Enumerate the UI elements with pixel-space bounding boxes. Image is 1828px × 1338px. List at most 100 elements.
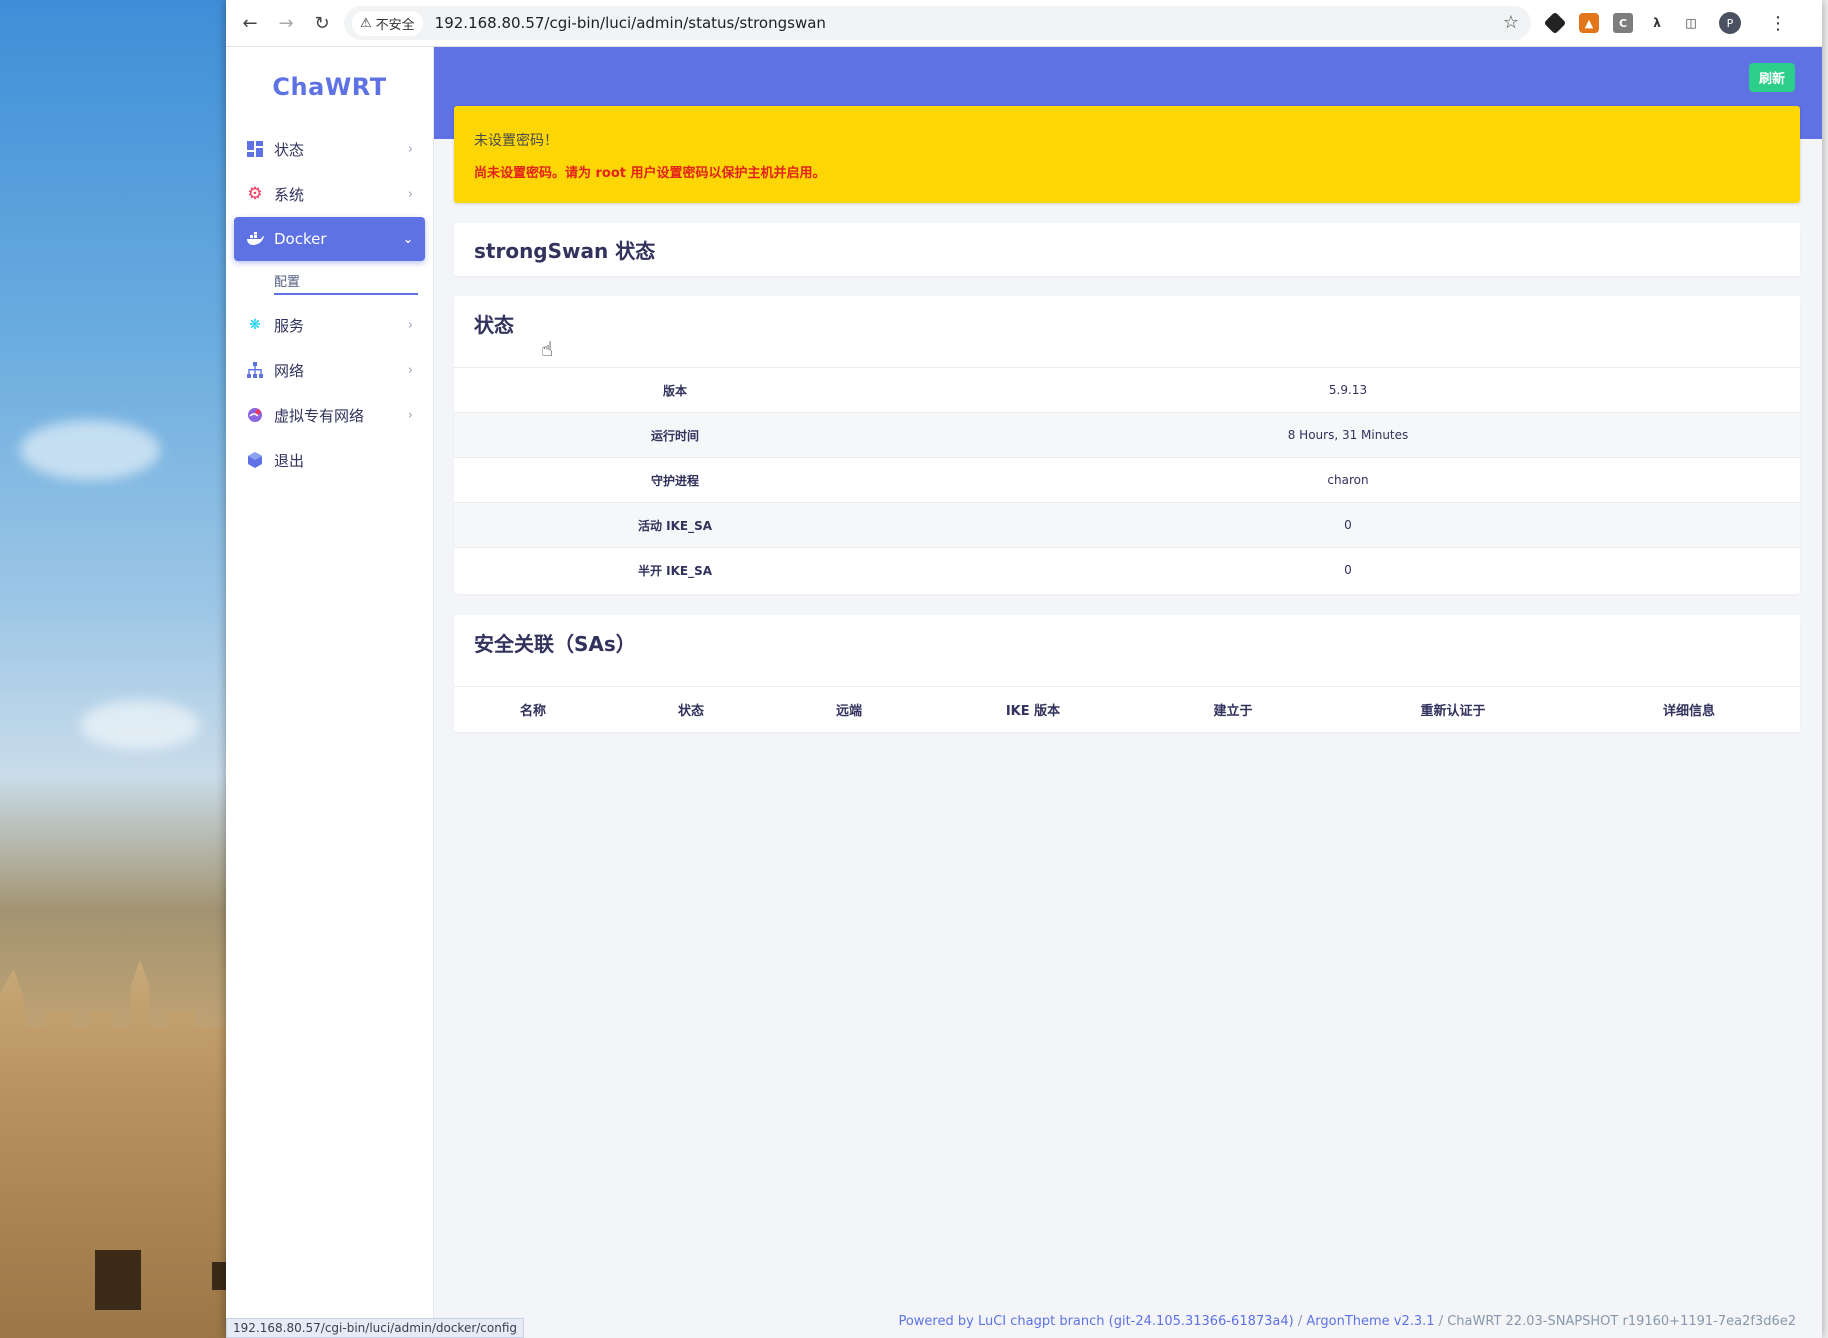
security-label: 不安全	[375, 17, 415, 33]
warning-message[interactable]: 尚未设置密码。请为 root 用户设置密码以保护主机并启用。	[474, 162, 1780, 181]
footer-separator: /	[1434, 1314, 1448, 1329]
table-row: 运行时间 8 Hours, 31 Minutes	[454, 412, 1800, 458]
address-bar[interactable]: ⚠ 不安全 192.168.80.57/cgi-bin/luci/admin/s…	[344, 6, 1531, 40]
page-title: strongSwan 状态	[474, 239, 656, 263]
sidebar-item-network[interactable]: 网络 ›	[234, 348, 425, 392]
status-value: 0	[896, 547, 1800, 593]
brand-logo[interactable]: ChaWRT	[226, 73, 433, 113]
warning-title: 未设置密码！	[474, 133, 558, 149]
status-value: charon	[896, 457, 1800, 503]
dashboard-icon	[246, 140, 264, 158]
sa-column-header: 名称	[519, 704, 546, 719]
browser-toolbar: ← → ↻ ⚠ 不安全 192.168.80.57/cgi-bin/luci/a…	[226, 0, 1822, 47]
docker-submenu: 配置	[274, 263, 425, 303]
sidebar-item-label: 虚拟专有网络	[274, 406, 365, 425]
forward-button[interactable]: →	[268, 5, 304, 41]
sidebar-item-label: 服务	[274, 316, 305, 335]
sidebar-item-label: 系统	[274, 185, 305, 204]
sidebar-item-docker[interactable]: Docker ⌄	[234, 217, 425, 261]
url-text[interactable]: 192.168.80.57/cgi-bin/luci/admin/status/…	[435, 14, 826, 32]
status-value: 5.9.13	[896, 367, 1800, 413]
refresh-button[interactable]: 刷新	[1748, 63, 1795, 92]
footer: Powered by LuCI chagpt branch (git-24.10…	[898, 1314, 1796, 1329]
warning-triangle-icon: ⚠	[360, 15, 372, 31]
logout-icon	[246, 451, 264, 469]
chevron-down-icon: ⌄	[402, 232, 413, 246]
chevron-right-icon: ›	[407, 141, 413, 157]
status-table: 版本 5.9.13 运行时间 8 Hours, 31 Minutes 守护进程 …	[454, 367, 1800, 593]
footer-theme-link[interactable]: ArgonTheme v2.3.1	[1306, 1314, 1434, 1329]
gear-icon: ⚙	[247, 184, 263, 204]
extension-hex-icon[interactable]	[1543, 11, 1567, 35]
sidebar-item-vpn[interactable]: 虚拟专有网络 ›	[234, 393, 425, 437]
sidebar: ChaWRT 状态 › ⚙ 系统 › Docker ⌄ 配置 ❋ 服务 › 网络…	[226, 47, 434, 1338]
sa-column-header: 远端	[835, 704, 862, 719]
back-button[interactable]: ←	[232, 5, 268, 41]
status-value: 0	[896, 502, 1800, 548]
bookmark-star-icon[interactable]: ☆	[1503, 12, 1519, 33]
arrow-right-icon: →	[278, 12, 294, 34]
sa-column-header: 重新认证于	[1420, 704, 1486, 719]
browser-menu-icon[interactable]: ⋮	[1769, 13, 1787, 34]
vpn-icon	[246, 406, 264, 424]
cogs-icon: ❋	[249, 317, 261, 333]
submenu-item-config[interactable]: 配置	[274, 263, 425, 290]
mouse-cursor-icon: ☝	[541, 337, 554, 361]
extension-c-icon[interactable]: C	[1613, 13, 1633, 33]
extension-k-icon[interactable]: λ	[1647, 13, 1667, 33]
extensions-puzzle-icon[interactable]: ◫	[1681, 13, 1701, 33]
sidebar-item-logout[interactable]: 退出	[234, 438, 425, 482]
wallpaper-window	[212, 1262, 226, 1290]
page-title-card: strongSwan 状态	[454, 223, 1800, 276]
chevron-right-icon: ›	[407, 317, 413, 333]
table-row: 活动 IKE_SA 0	[454, 502, 1800, 548]
sa-column-header: 状态	[677, 704, 704, 719]
extension-fox-icon[interactable]: ▲	[1579, 13, 1599, 33]
footer-separator: /	[1293, 1314, 1307, 1329]
password-warning: 未设置密码！ 尚未设置密码。请为 root 用户设置密码以保护主机并启用。	[454, 106, 1800, 203]
reload-button[interactable]: ↻	[304, 5, 340, 41]
status-section-title: 状态	[474, 312, 514, 337]
wallpaper-cloud	[20, 420, 160, 480]
status-card: 状态 版本 5.9.13 运行时间 8 Hours, 31 Minutes 守护…	[454, 296, 1800, 594]
security-indicator[interactable]: ⚠ 不安全	[352, 10, 423, 36]
chevron-right-icon: ›	[407, 407, 413, 423]
network-icon	[246, 361, 264, 379]
chevron-right-icon: ›	[407, 186, 413, 202]
wallpaper-window	[95, 1250, 141, 1310]
sidebar-item-system[interactable]: ⚙ 系统 ›	[234, 172, 425, 216]
arrow-left-icon: ←	[242, 12, 258, 34]
wallpaper-cloud	[80, 700, 200, 750]
sa-card: 安全关联（SAs） 名称 状态 远端 IKE 版本 建立于 重新认证于 详细信息	[454, 615, 1800, 732]
table-row: 守护进程 charon	[454, 457, 1800, 503]
sidebar-item-services[interactable]: ❋ 服务 ›	[234, 303, 425, 347]
status-bar-url: 192.168.80.57/cgi-bin/luci/admin/docker/…	[226, 1318, 525, 1338]
extensions-area: ▲ C λ ◫ P ⋮	[1543, 11, 1787, 35]
reload-icon: ↻	[314, 12, 330, 34]
status-key: 半开 IKE_SA	[454, 547, 896, 593]
table-row: 半开 IKE_SA 0	[454, 547, 1800, 593]
sa-section-title: 安全关联（SAs）	[474, 631, 636, 656]
footer-luci-link[interactable]: Powered by LuCI chagpt branch (git-24.10…	[898, 1314, 1293, 1329]
chevron-right-icon: ›	[407, 362, 413, 378]
desktop-wallpaper	[0, 0, 226, 1338]
footer-build: ChaWRT 22.03-SNAPSHOT r19160+1191-7ea2f3…	[1447, 1314, 1796, 1329]
profile-avatar[interactable]: P	[1719, 12, 1741, 34]
status-key: 守护进程	[454, 457, 896, 503]
sidebar-item-label: Docker	[274, 230, 327, 248]
submenu-active-underline	[274, 293, 418, 295]
page-content: ChaWRT 状态 › ⚙ 系统 › Docker ⌄ 配置 ❋ 服务 › 网络…	[226, 47, 1822, 1338]
sa-column-header: 详细信息	[1662, 704, 1715, 719]
sidebar-item-label: 状态	[274, 140, 305, 159]
status-key: 活动 IKE_SA	[454, 502, 896, 548]
sidebar-item-status[interactable]: 状态 ›	[234, 127, 425, 171]
main-content: 刷新 未设置密码！ 尚未设置密码。请为 root 用户设置密码以保护主机并启用。…	[434, 47, 1822, 1338]
sidebar-menu: 状态 › ⚙ 系统 › Docker ⌄ 配置 ❋ 服务 › 网络 › 虚拟专有…	[226, 127, 433, 482]
sa-column-header: 建立于	[1213, 704, 1253, 719]
desktop-edge	[1822, 0, 1828, 1338]
sa-column-header: IKE 版本	[1005, 704, 1061, 719]
table-row: 版本 5.9.13	[454, 367, 1800, 413]
status-key: 运行时间	[454, 412, 896, 458]
